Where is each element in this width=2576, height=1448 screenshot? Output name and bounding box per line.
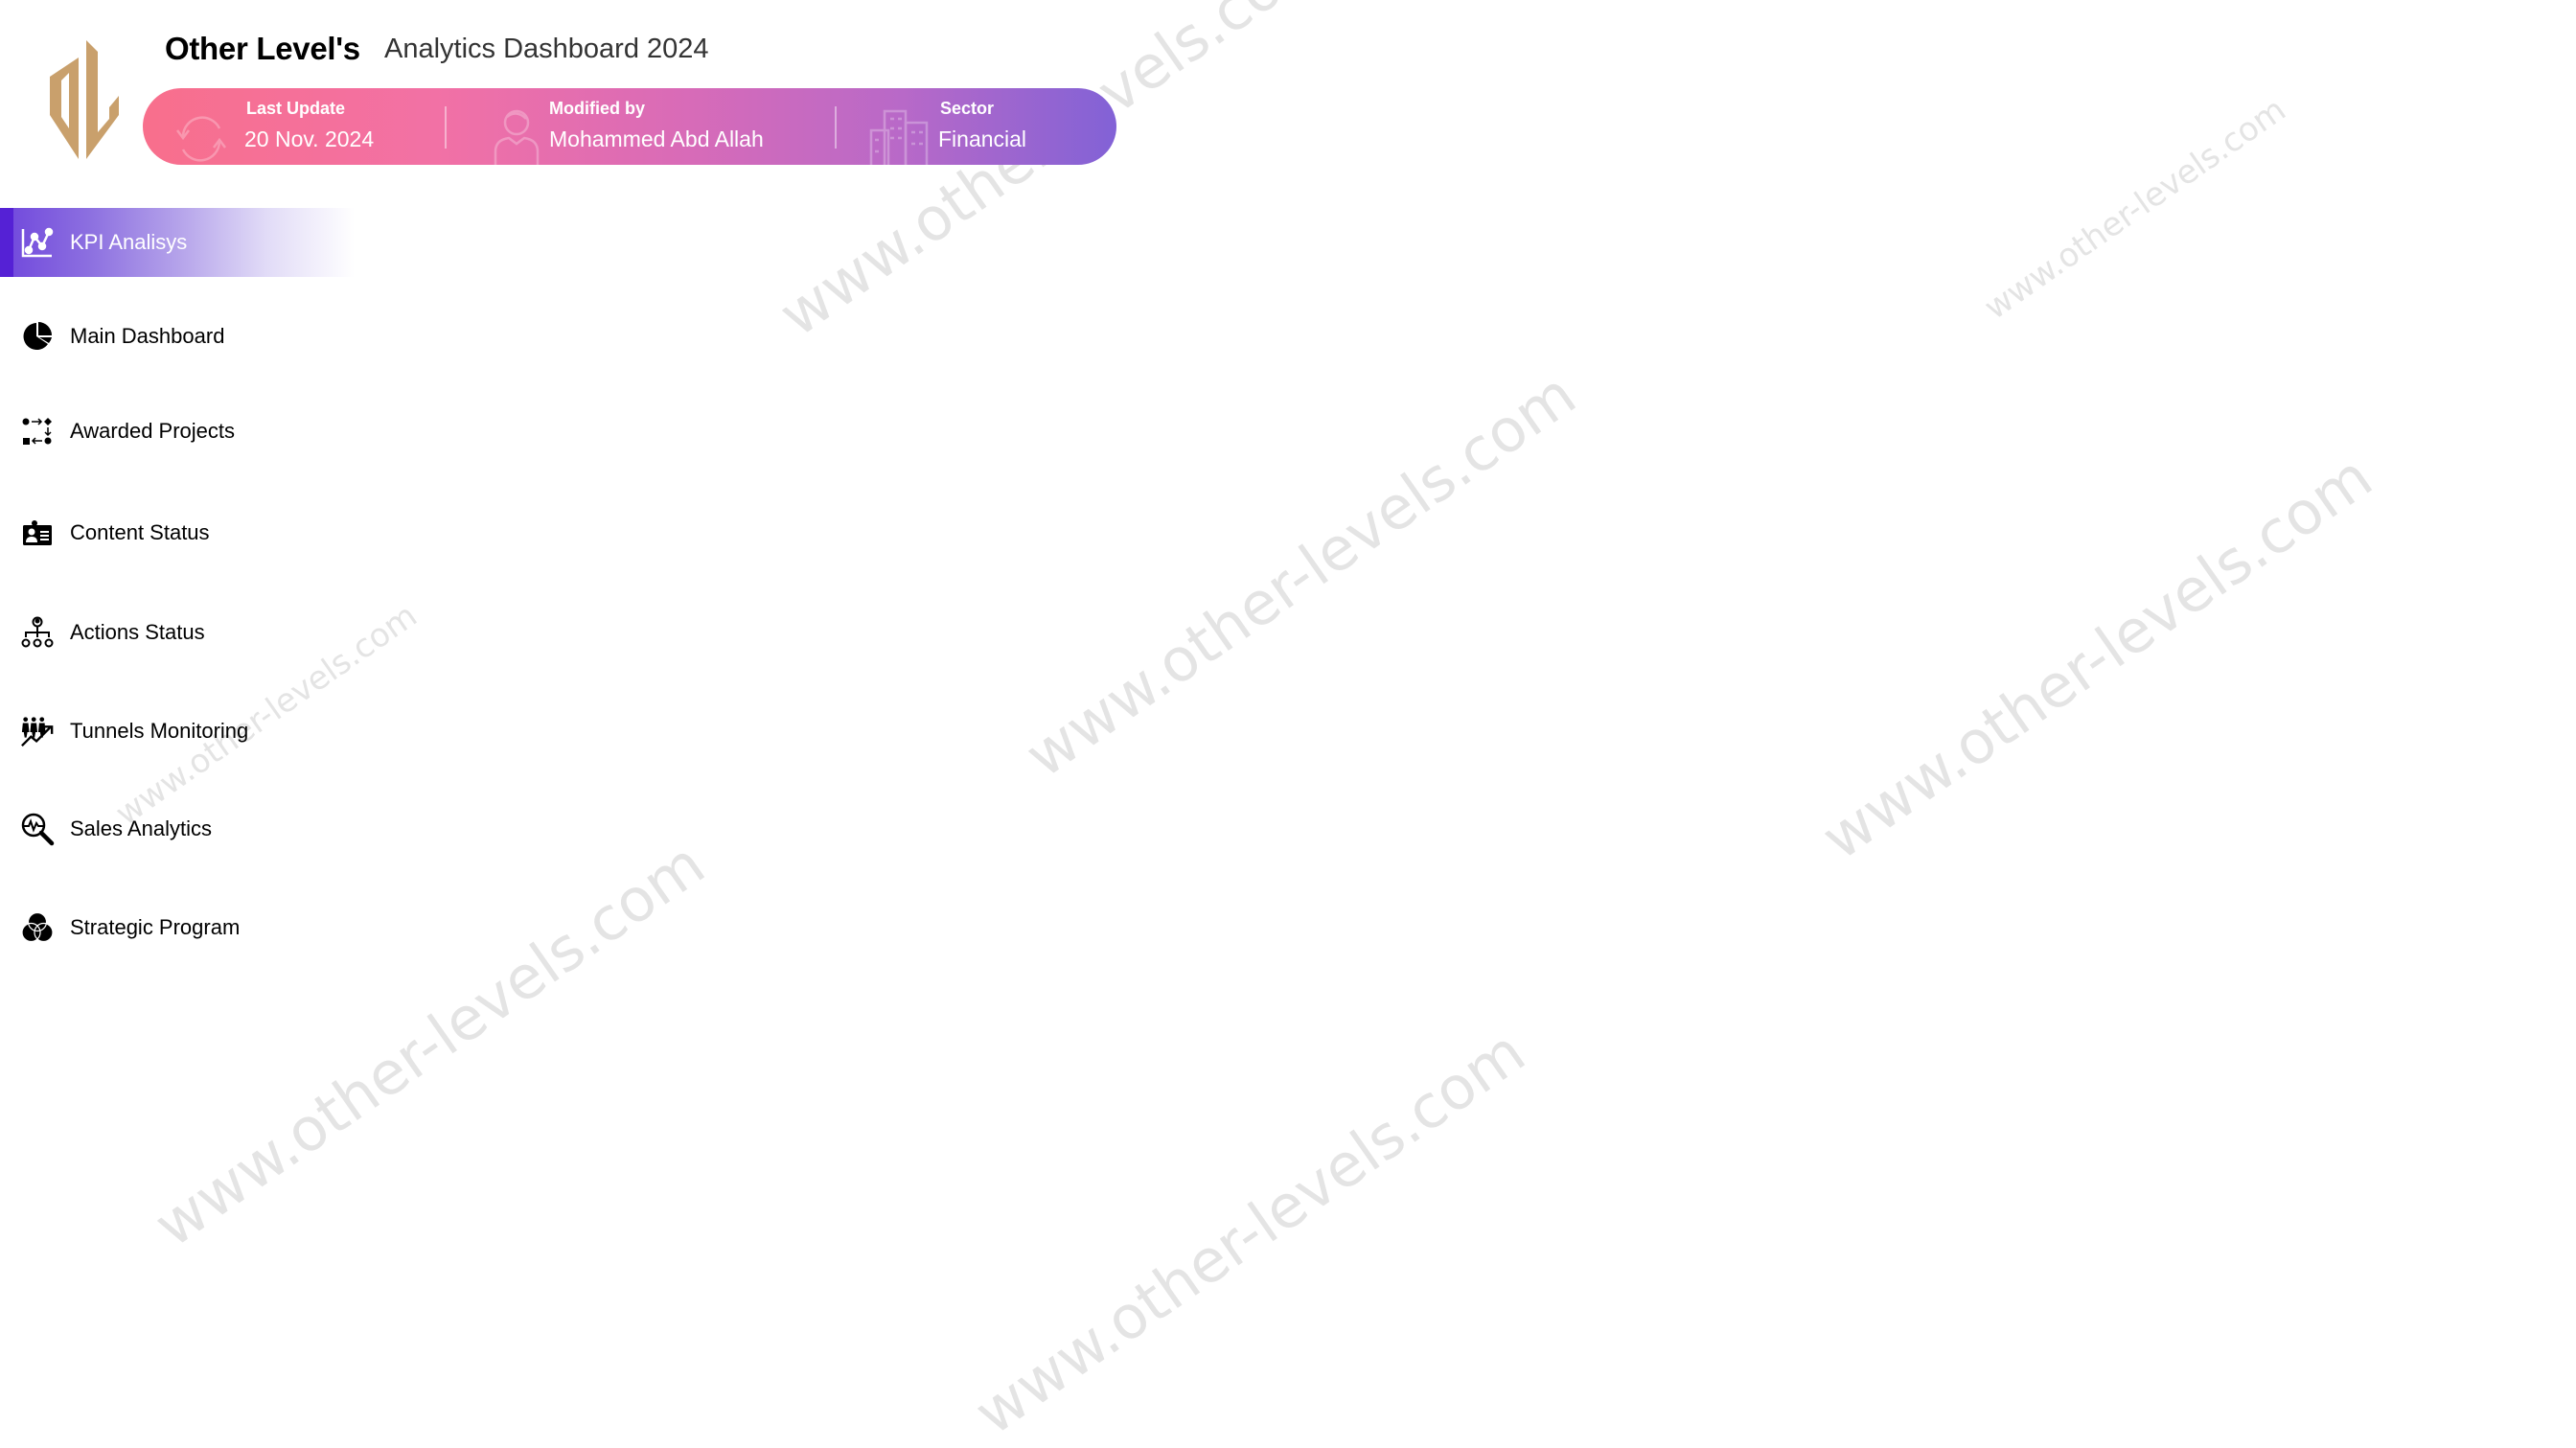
info-bar: Last Update 20 Nov. 2024 Modified by Moh… xyxy=(143,88,1116,165)
sidebar-item-label: Actions Status xyxy=(70,620,205,644)
modified-by-value: Mohammed Abd Allah xyxy=(549,126,764,151)
divider xyxy=(835,106,837,149)
venn-icon xyxy=(20,910,55,945)
sidebar-item-actions-status[interactable]: Actions Status xyxy=(0,598,364,667)
refresh-icon xyxy=(170,107,233,165)
modified-by-section: Modified by Mohammed Abd Allah xyxy=(449,88,833,165)
modified-by-label: Modified by xyxy=(549,99,645,118)
magnify-pulse-icon xyxy=(20,812,55,846)
sidebar-item-label: Awarded Projects xyxy=(70,419,236,443)
sidebar-item-tunnels-monitoring[interactable]: Tunnels Monitoring xyxy=(0,697,364,766)
sidebar-item-label: Strategic Program xyxy=(70,915,241,939)
pie-chart-icon xyxy=(20,319,55,354)
watermark: www.other-levels.com xyxy=(1012,358,1589,792)
buildings-icon xyxy=(867,107,931,165)
other-levels-logo xyxy=(48,38,125,161)
last-update-value: 20 Nov. 2024 xyxy=(244,126,375,151)
sidebar-item-label: Tunnels Monitoring xyxy=(70,719,249,743)
sidebar-item-label: KPI Analisys xyxy=(70,230,188,254)
sidebar-item-kpi-analysis[interactable]: KPI Analisys xyxy=(0,208,355,277)
sidebar-item-label: Main Dashboard xyxy=(70,324,225,348)
sector-section: Sector Financial xyxy=(842,88,1116,165)
watermark: www.other-levels.com xyxy=(1808,441,2385,874)
sidebar-item-label: Sales Analytics xyxy=(70,816,212,840)
sidebar-item-content-status[interactable]: Content Status xyxy=(0,498,364,567)
sector-value: Financial xyxy=(938,126,1027,151)
watermark: www.other-levels.com xyxy=(766,0,1343,351)
sector-label: Sector xyxy=(940,99,995,118)
last-update-label: Last Update xyxy=(246,99,346,118)
sidebar-item-sales-analytics[interactable]: Sales Analytics xyxy=(0,794,364,863)
dashboard-subtitle: Analytics Dashboard 2024 xyxy=(384,34,709,64)
divider xyxy=(445,106,447,149)
sidebar-item-strategic-program[interactable]: Strategic Program xyxy=(0,893,364,962)
watermark: www.other-levels.com xyxy=(1977,90,2293,328)
org-chart-icon xyxy=(20,615,55,650)
user-icon xyxy=(488,105,545,165)
watermark: www.other-levels.com xyxy=(961,1016,1538,1448)
last-update-section: Last Update 20 Nov. 2024 xyxy=(143,88,449,165)
workflow-icon xyxy=(20,414,55,448)
line-chart-icon xyxy=(20,225,55,260)
id-card-icon xyxy=(20,516,55,550)
people-growth-icon xyxy=(20,714,55,748)
sidebar-item-awarded-projects[interactable]: Awarded Projects xyxy=(0,397,364,466)
sidebar-item-label: Content Status xyxy=(70,520,210,544)
brand-title: Other Level's xyxy=(165,31,360,66)
sidebar-item-main-dashboard[interactable]: Main Dashboard xyxy=(0,302,364,371)
active-indicator xyxy=(0,208,13,277)
